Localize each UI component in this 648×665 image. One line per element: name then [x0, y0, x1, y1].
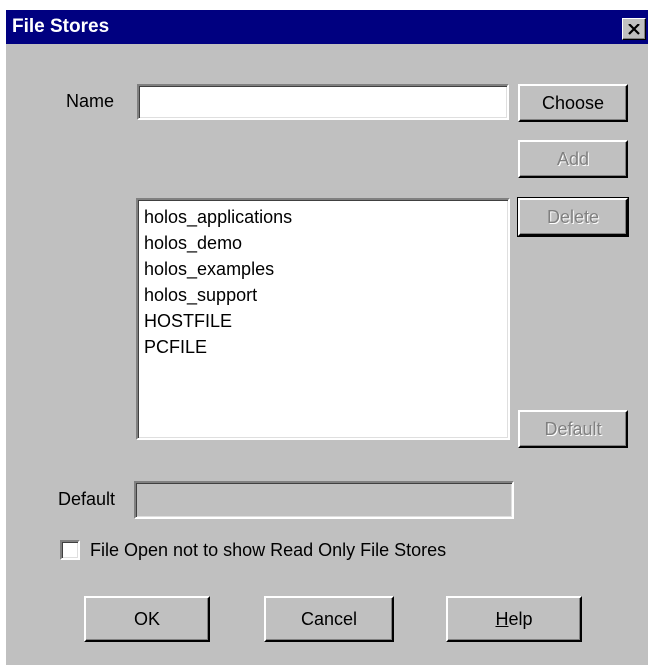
delete-button[interactable]: Delete	[517, 197, 629, 237]
list-item[interactable]: holos_demo	[144, 230, 502, 256]
list-item[interactable]: PCFILE	[144, 334, 502, 360]
help-button[interactable]: Help	[446, 596, 582, 642]
help-mnemonic: H	[495, 608, 509, 629]
read-only-checkbox[interactable]	[60, 540, 80, 560]
default-field	[134, 481, 514, 519]
help-label-rest: elp	[508, 608, 533, 629]
read-only-checkbox-label[interactable]: File Open not to show Read Only File Sto…	[90, 539, 446, 561]
name-label: Name	[66, 91, 115, 111]
ok-button[interactable]: OK	[84, 596, 210, 642]
list-item[interactable]: holos_applications	[144, 204, 502, 230]
file-stores-dialog: File Stores Name Choose Add Delete holos…	[6, 10, 648, 665]
file-stores-list[interactable]: holos_applications holos_demo holos_exam…	[136, 198, 510, 440]
cancel-button[interactable]: Cancel	[264, 596, 394, 642]
default-button[interactable]: Default	[518, 410, 628, 448]
close-icon	[628, 23, 640, 35]
list-item[interactable]: holos_support	[144, 282, 502, 308]
choose-button[interactable]: Choose	[518, 84, 628, 122]
title-bar: File Stores	[6, 10, 648, 44]
add-button[interactable]: Add	[518, 140, 628, 178]
window-title: File Stores	[12, 16, 110, 37]
close-button[interactable]	[622, 18, 646, 40]
default-label: Default	[58, 489, 116, 509]
name-input[interactable]	[137, 84, 509, 120]
list-item[interactable]: holos_examples	[144, 256, 502, 282]
list-item[interactable]: HOSTFILE	[144, 308, 502, 334]
